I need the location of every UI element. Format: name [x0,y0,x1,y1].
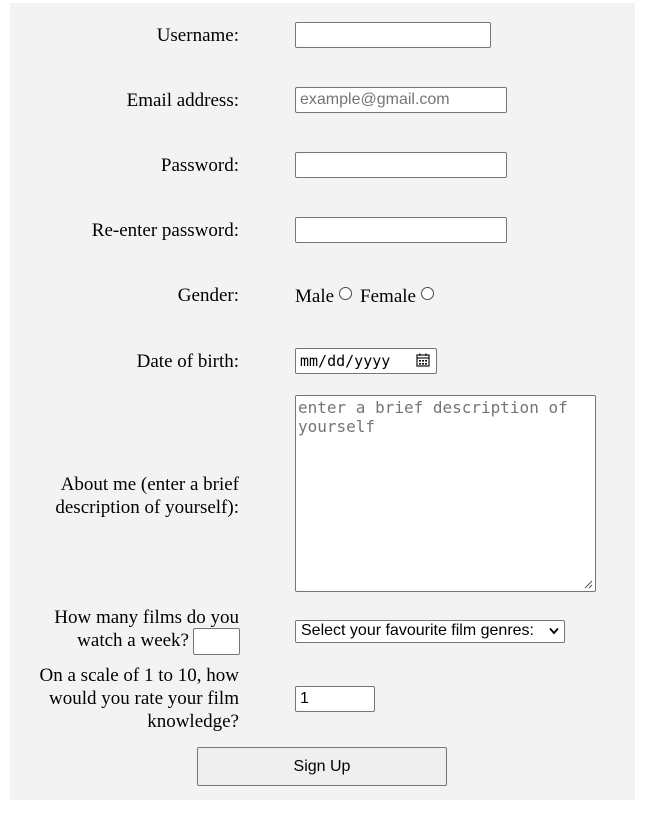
about-label-line2: description of yourself): [55,497,239,518]
about-label: About me (enter a brief description of y… [55,473,239,519]
resize-grip-icon[interactable] [583,579,593,589]
username-label: Username: [156,25,239,46]
dob-label: Date of birth: [136,351,239,372]
password-input[interactable] [295,152,507,178]
about-label-line1: About me (enter a brief [60,474,239,495]
gender-label: Gender: [177,285,239,306]
password-label: Password: [160,155,239,176]
reenter-password-input[interactable] [295,217,507,243]
genres-select[interactable]: Select your favourite film genres: [295,620,565,643]
rating-input[interactable] [295,686,375,712]
films-label-line1: How many films do you [54,607,239,628]
chevron-down-icon [549,627,559,635]
about-placeholder: enter a brief description of yourself [298,398,568,436]
email-label: Email address: [126,90,239,111]
rating-label-line2: would you rate your film [49,688,239,709]
rating-label-line1: On a scale of 1 to 10, how [39,665,239,686]
rating-label: On a scale of 1 to 10, how would you rat… [40,664,239,733]
calendar-icon[interactable] [416,353,430,367]
username-input[interactable] [295,22,491,48]
gender-male-label: Male [295,286,335,307]
email-input[interactable] [295,87,507,113]
gender-male-radio[interactable] [339,287,353,300]
about-textarea[interactable]: enter a brief description of yourself [295,395,596,592]
films-per-week-input[interactable] [193,628,240,655]
dob-input[interactable]: mm/dd/yyyy [295,348,437,374]
reenter-password-label: Re-enter password: [91,220,239,241]
genres-select-value: Select your favourite film genres: [301,622,534,639]
gender-options: Male Female [295,285,442,308]
rating-label-line3: knowledge? [147,711,239,732]
films-label-line2-text: watch a week? [77,630,189,651]
dob-placeholder: mm/dd/yyyy [300,352,391,370]
gender-female-radio[interactable] [420,287,434,300]
gender-female-label: Female [360,286,416,307]
sign-up-button[interactable]: Sign Up [197,747,447,786]
